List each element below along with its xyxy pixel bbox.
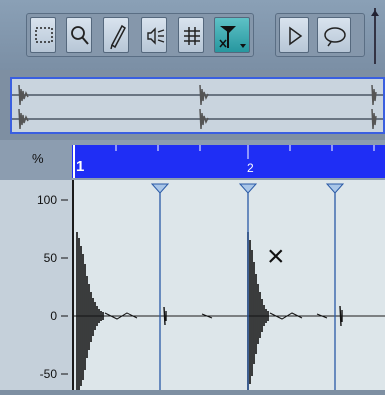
speaker-icon: [147, 27, 165, 45]
timeline-ruler[interactable]: 1 2: [72, 145, 385, 178]
play-icon: [289, 26, 303, 46]
overview-waveform: [12, 84, 383, 130]
scrub-button[interactable]: [178, 17, 204, 53]
transient-1: [76, 232, 104, 390]
magnifier-icon: [71, 26, 89, 45]
bar-number-1: 1: [76, 158, 85, 175]
bar-number-2: 2: [247, 161, 254, 175]
hitpoint-icon: [219, 26, 246, 48]
sample-editor[interactable]: ×: [72, 180, 385, 390]
play-button[interactable]: [279, 17, 309, 53]
scale-ticks: [61, 199, 68, 375]
play-tool-button[interactable]: [141, 17, 167, 53]
ruler-ticks: [73, 145, 375, 178]
waveform-display: [72, 180, 385, 390]
range-selection-button[interactable]: [30, 17, 56, 53]
scale-label-100: 100: [36, 193, 57, 207]
loop-button[interactable]: [317, 17, 351, 53]
scale-label-50: 50: [43, 251, 57, 265]
ruler-corner: %: [0, 140, 70, 180]
toolbar-slider-handle[interactable]: [367, 6, 385, 66]
loop-icon: [324, 27, 346, 47]
percent-label: %: [32, 151, 44, 166]
hitpoint-marker-1: [150, 183, 170, 390]
hitpoint-marker-3: [325, 183, 345, 390]
toolbar: [0, 0, 385, 70]
zoom-button[interactable]: [66, 17, 92, 53]
dashed-rect-icon: [35, 27, 53, 43]
scale-label-neg50: -50: [39, 367, 57, 381]
overview-panel[interactable]: [10, 77, 385, 134]
scrub-icon: [184, 27, 200, 45]
hitpoint-button[interactable]: [214, 17, 250, 53]
amplitude-scale: 100 50 0 -50: [0, 180, 72, 390]
cross-cursor-icon: ×: [267, 240, 285, 273]
draw-button[interactable]: [103, 17, 129, 53]
pencil-icon: [110, 24, 126, 50]
transient-2: [247, 232, 269, 390]
scale-label-0: 0: [50, 309, 57, 323]
